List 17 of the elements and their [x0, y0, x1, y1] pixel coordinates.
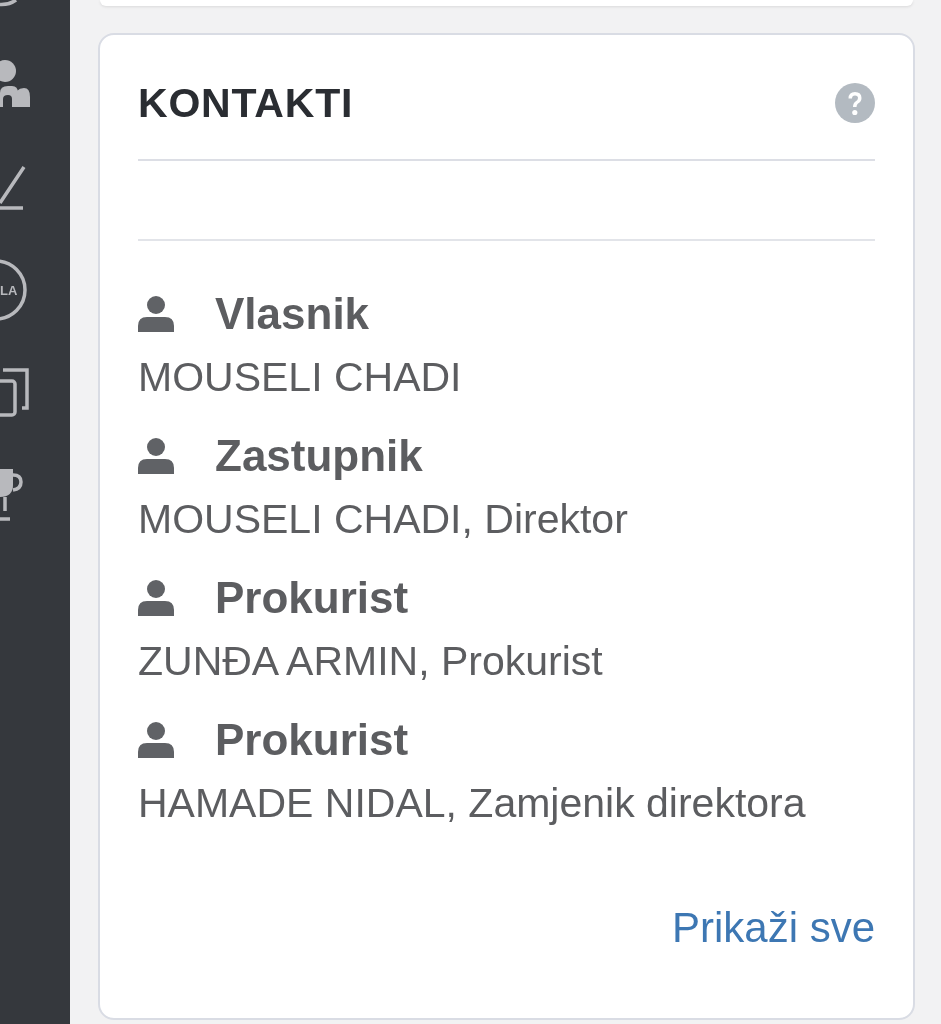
card-title: KONTAKTI: [138, 81, 354, 125]
person-icon: [138, 580, 174, 616]
contact-name: HAMADE NIDAL, Zamjenik direktora: [138, 779, 806, 827]
person-icon: [138, 296, 174, 332]
contact-name: MOUSELI CHADI: [138, 353, 462, 401]
contact-role: Zastupnik: [215, 431, 423, 481]
ring-icon[interactable]: [0, 0, 18, 7]
contact-role: Prokurist: [215, 715, 409, 765]
contact-role: Prokurist: [215, 573, 409, 623]
show-all-link[interactable]: Prikaži sve: [671, 904, 875, 952]
copy-icon[interactable]: [0, 366, 30, 419]
people-icon[interactable]: [0, 58, 30, 109]
person-icon: [138, 438, 174, 474]
contact-name: ZUNĐA ARMIN, Prokurist: [138, 637, 603, 685]
contact-name: MOUSELI CHADI, Direktor: [138, 495, 628, 543]
contact-role: Vlasnik: [215, 289, 370, 339]
person-icon: [138, 722, 174, 758]
